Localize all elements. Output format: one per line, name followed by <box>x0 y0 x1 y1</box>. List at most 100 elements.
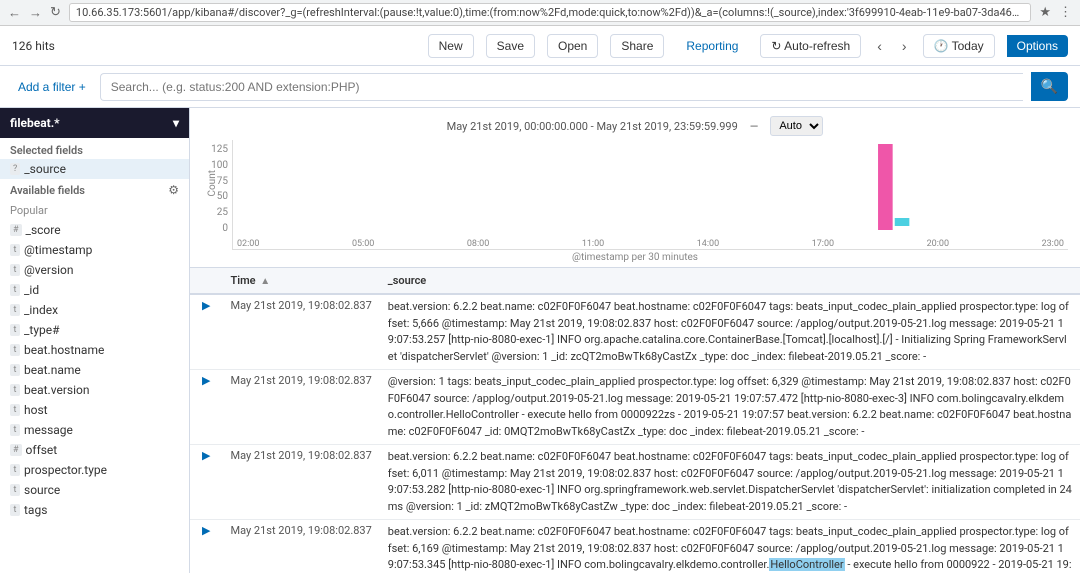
sidebar-field-message[interactable]: t message <box>0 420 189 440</box>
expand-column <box>190 268 222 294</box>
x-label-1400: 14:00 <box>697 239 719 249</box>
sidebar-field-type[interactable]: t _type# <box>0 320 189 340</box>
x-axis-title: @timestamp per 30 minutes <box>202 252 1068 263</box>
prev-button[interactable]: ‹ <box>873 34 886 58</box>
field-name: _id <box>24 283 39 297</box>
sidebar-field-source[interactable]: t source <box>0 480 189 500</box>
menu-icon[interactable]: ⋮ <box>1059 5 1072 20</box>
y-label-125: 125 <box>202 144 228 155</box>
field-name: _index <box>24 303 58 317</box>
next-button[interactable]: › <box>898 34 911 58</box>
field-name: @timestamp <box>24 243 92 257</box>
x-label-1700: 17:00 <box>812 239 834 249</box>
sidebar-field-beat-name[interactable]: t beat.name <box>0 360 189 380</box>
sidebar-field-beat-version[interactable]: t beat.version <box>0 380 189 400</box>
source-cell: beat.version: 6.2.2 beat.name: c02F0F0F6… <box>380 520 1080 573</box>
x-label-1100: 11:00 <box>582 239 604 249</box>
available-fields-label: Available fields <box>10 184 85 197</box>
chart-header: May 21st 2019, 00:00:00.000 - May 21st 2… <box>202 116 1068 136</box>
back-icon[interactable]: ← <box>8 5 21 21</box>
field-name: prospector.type <box>24 463 107 477</box>
field-name: offset <box>26 443 58 457</box>
field-name: beat.version <box>24 383 89 397</box>
date-range-label: May 21st 2019, 00:00:00.000 - May 21st 2… <box>447 120 738 133</box>
x-label-0200: 02:00 <box>237 239 259 249</box>
field-type-badge: ? <box>10 163 20 175</box>
sidebar-index-pattern[interactable]: filebeat.* ▾ <box>0 108 189 138</box>
field-name: @version <box>24 263 74 277</box>
expand-button[interactable]: ▶ <box>198 299 214 312</box>
selected-fields-label: Selected fields <box>0 138 189 159</box>
chart-bars <box>233 140 1068 230</box>
index-pattern-label: filebeat.* <box>10 116 60 130</box>
x-label-0800: 08:00 <box>467 239 489 249</box>
open-button[interactable]: Open <box>547 34 598 58</box>
url-bar: ← → ↻ 10.66.35.173:5601/app/kibana#/disc… <box>0 0 1080 26</box>
forward-icon[interactable]: → <box>29 5 42 21</box>
chevron-down-icon[interactable]: ▾ <box>173 116 179 130</box>
reload-icon[interactable]: ↻ <box>50 5 61 20</box>
search-input[interactable] <box>100 73 1023 101</box>
table-row: ▶ May 21st 2019, 19:08:02.837 beat.versi… <box>190 294 1080 370</box>
table-row: ▶ May 21st 2019, 19:08:02.837 @version: … <box>190 370 1080 445</box>
expand-button[interactable]: ▶ <box>198 374 214 387</box>
chart-container: 125 100 75 50 25 0 Count <box>202 140 1068 250</box>
sidebar-field-tags[interactable]: t tags <box>0 500 189 520</box>
table-area: Time ▲ _source ▶ May 21st 2019, 19:08:02… <box>190 268 1080 573</box>
star-icon[interactable]: ★ <box>1039 5 1051 20</box>
selected-field-source[interactable]: ? _source <box>0 159 189 179</box>
gear-icon[interactable]: ⚙ <box>168 183 179 197</box>
field-name: source <box>24 483 60 497</box>
share-button[interactable]: Share <box>610 34 664 58</box>
results-table: Time ▲ _source ▶ May 21st 2019, 19:08:02… <box>190 268 1080 573</box>
expand-button[interactable]: ▶ <box>198 449 214 462</box>
source-text-1: @version: 1 tags: beats_input_codec_plai… <box>388 375 1072 438</box>
field-name: message <box>24 423 73 437</box>
today-button[interactable]: 🕐 Today <box>923 34 995 58</box>
main-layout: filebeat.* ▾ Selected fields ? _source A… <box>0 108 1080 573</box>
sidebar-field-version[interactable]: t @version <box>0 260 189 280</box>
sidebar-field-prospector-type[interactable]: t prospector.type <box>0 460 189 480</box>
sidebar-field-score[interactable]: # _score <box>0 220 189 240</box>
new-button[interactable]: New <box>428 34 474 58</box>
field-name: tags <box>24 503 47 517</box>
url-text[interactable]: 10.66.35.173:5601/app/kibana#/discover?_… <box>69 3 1031 22</box>
auto-refresh-button[interactable]: ↻ Auto-refresh <box>760 34 861 58</box>
y-label-0: 0 <box>202 223 228 234</box>
time-label: Time <box>230 274 255 287</box>
source-text-3: beat.version: 6.2.2 beat.name: c02F0F0F6… <box>388 525 1072 573</box>
x-label-2300: 23:00 <box>1042 239 1064 249</box>
expand-button[interactable]: ▶ <box>198 524 214 537</box>
source-column-header[interactable]: _source <box>380 268 1080 294</box>
time-column-header[interactable]: Time ▲ <box>222 268 379 294</box>
field-name: host <box>24 403 48 417</box>
sidebar-field-host[interactable]: t host <box>0 400 189 420</box>
sidebar-field-beat-hostname[interactable]: t beat.hostname <box>0 340 189 360</box>
time-cell: May 21st 2019, 19:08:02.837 <box>222 445 379 520</box>
count-axis-label: Count <box>207 170 218 197</box>
sidebar-field-id[interactable]: t _id <box>0 280 189 300</box>
x-label-2000: 20:00 <box>927 239 949 249</box>
interval-select[interactable]: Auto <box>770 116 823 136</box>
save-button[interactable]: Save <box>486 34 535 58</box>
sort-indicator: ▲ <box>260 276 270 287</box>
search-button[interactable]: 🔍 <box>1031 72 1068 101</box>
sidebar-field-timestamp[interactable]: t @timestamp <box>0 240 189 260</box>
add-filter-button[interactable]: Add a filter + <box>12 76 92 98</box>
source-cell: @version: 1 tags: beats_input_codec_plai… <box>380 370 1080 445</box>
sidebar: filebeat.* ▾ Selected fields ? _source A… <box>0 108 190 573</box>
search-bar: Add a filter + 🔍 <box>0 66 1080 108</box>
options-button[interactable]: Options <box>1007 35 1068 57</box>
time-cell: May 21st 2019, 19:08:02.837 <box>222 294 379 370</box>
sidebar-field-offset[interactable]: # offset <box>0 440 189 460</box>
field-name: beat.name <box>24 363 81 377</box>
reporting-button[interactable]: Reporting <box>676 35 748 57</box>
source-cell: beat.version: 6.2.2 beat.name: c02F0F0F6… <box>380 294 1080 370</box>
source-text-0: beat.version: 6.2.2 beat.name: c02F0F0F6… <box>388 300 1069 363</box>
today-label: Today <box>952 39 984 53</box>
time-cell: May 21st 2019, 19:08:02.837 <box>222 520 379 573</box>
sidebar-field-index[interactable]: t _index <box>0 300 189 320</box>
source-label: _source <box>388 274 426 287</box>
field-name: _score <box>26 223 61 237</box>
kibana-nav: 126 hits New Save Open Share Reporting ↻… <box>0 26 1080 66</box>
